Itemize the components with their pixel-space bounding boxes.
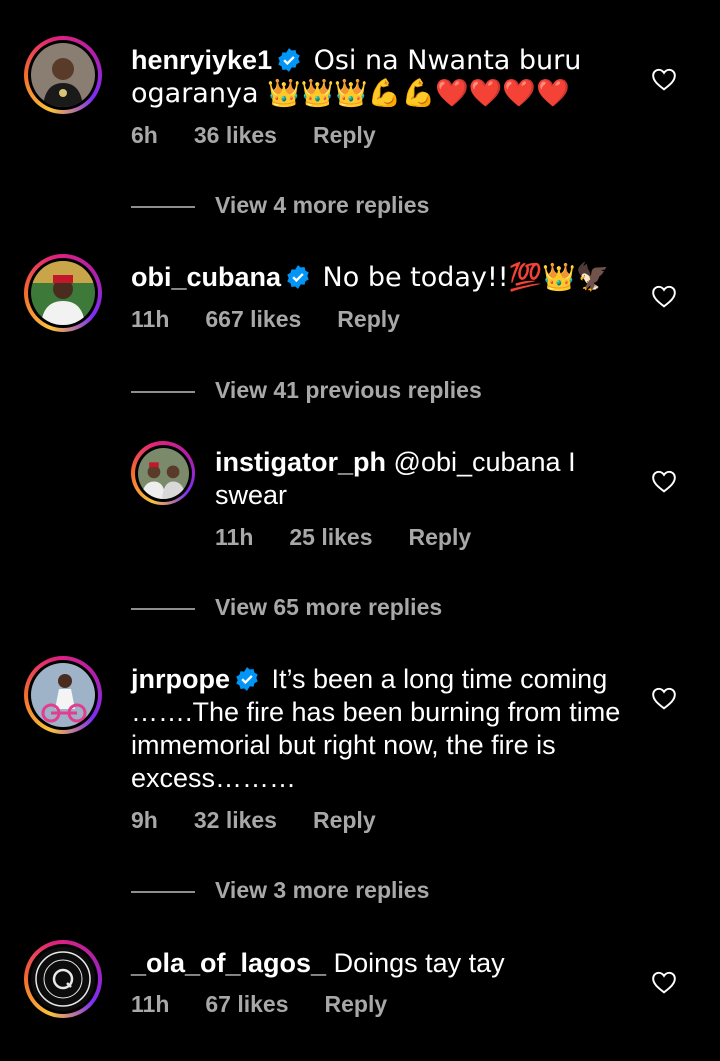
reply-button[interactable]: Reply [409,524,472,550]
heart-outline-icon[interactable] [651,284,677,308]
comment-meta: 11h 25 likes Reply [215,524,507,551]
comment-body: henryiyke1 Osi na Nwanta buru ogaranya 👑… [131,44,611,110]
username[interactable]: obi_cubana [131,262,281,292]
avatar[interactable] [131,441,195,505]
timestamp: 6h [131,122,158,148]
comment-text: No be today!!💯👑🦅 [322,262,610,293]
username[interactable]: instigator_ph [215,447,386,477]
timestamp: 11h [131,306,170,332]
comment-meta: 11h 67 likes Reply [131,991,423,1018]
likes-count[interactable]: 36 likes [194,122,277,148]
heart-outline-icon[interactable] [651,686,677,710]
avatar[interactable] [24,36,102,114]
verified-badge-icon [278,48,300,72]
comment-body: obi_cubana No be today!!💯👑🦅 [131,261,611,294]
comment-body: _ola_of_lagos_ Doings tay tay [131,947,611,980]
comment-meta: 9h 32 likes Reply [131,807,412,834]
likes-count[interactable]: 667 likes [205,306,301,332]
avatar[interactable] [24,940,102,1018]
likes-count[interactable]: 67 likes [205,991,288,1017]
reply-button[interactable]: Reply [313,807,376,833]
divider-line [131,390,195,393]
username[interactable]: henryiyke1 [131,45,272,75]
divider-line [131,205,195,208]
reply-button[interactable]: Reply [337,306,400,332]
view-more-label[interactable]: View 65 more replies [215,594,442,620]
comment-body: instigator_ph @obi_cubana I swear [215,446,615,512]
avatar[interactable] [24,254,102,332]
timestamp: 11h [215,524,254,550]
divider-line [131,890,195,893]
verified-badge-icon [236,667,258,691]
view-more-replies[interactable]: View 4 more replies [131,192,429,219]
comment-text: Doings tay tay [333,948,505,978]
timestamp: 11h [131,991,170,1017]
comment-body: jnrpope It’s been a long time coming …….… [131,663,631,795]
view-more-label[interactable]: View 3 more replies [215,877,429,903]
timestamp: 9h [131,807,158,833]
heart-outline-icon[interactable] [651,970,677,994]
reply-button[interactable]: Reply [313,122,376,148]
view-more-replies[interactable]: View 3 more replies [131,877,429,904]
view-previous-replies[interactable]: View 41 previous replies [131,377,482,404]
comment-meta: 6h 36 likes Reply [131,122,412,149]
view-more-label[interactable]: View 4 more replies [215,192,429,218]
heart-outline-icon[interactable] [651,67,677,91]
username[interactable]: _ola_of_lagos_ [131,948,326,978]
reply-button[interactable]: Reply [325,991,388,1017]
view-more-replies[interactable]: View 65 more replies [131,594,442,621]
view-more-label[interactable]: View 41 previous replies [215,377,482,403]
divider-line [131,607,195,610]
username[interactable]: jnrpope [131,664,230,694]
heart-outline-icon[interactable] [651,469,677,493]
comment-meta: 11h 667 likes Reply [131,306,436,333]
likes-count[interactable]: 32 likes [194,807,277,833]
likes-count[interactable]: 25 likes [289,524,372,550]
avatar[interactable] [24,656,102,734]
verified-badge-icon [287,265,309,289]
